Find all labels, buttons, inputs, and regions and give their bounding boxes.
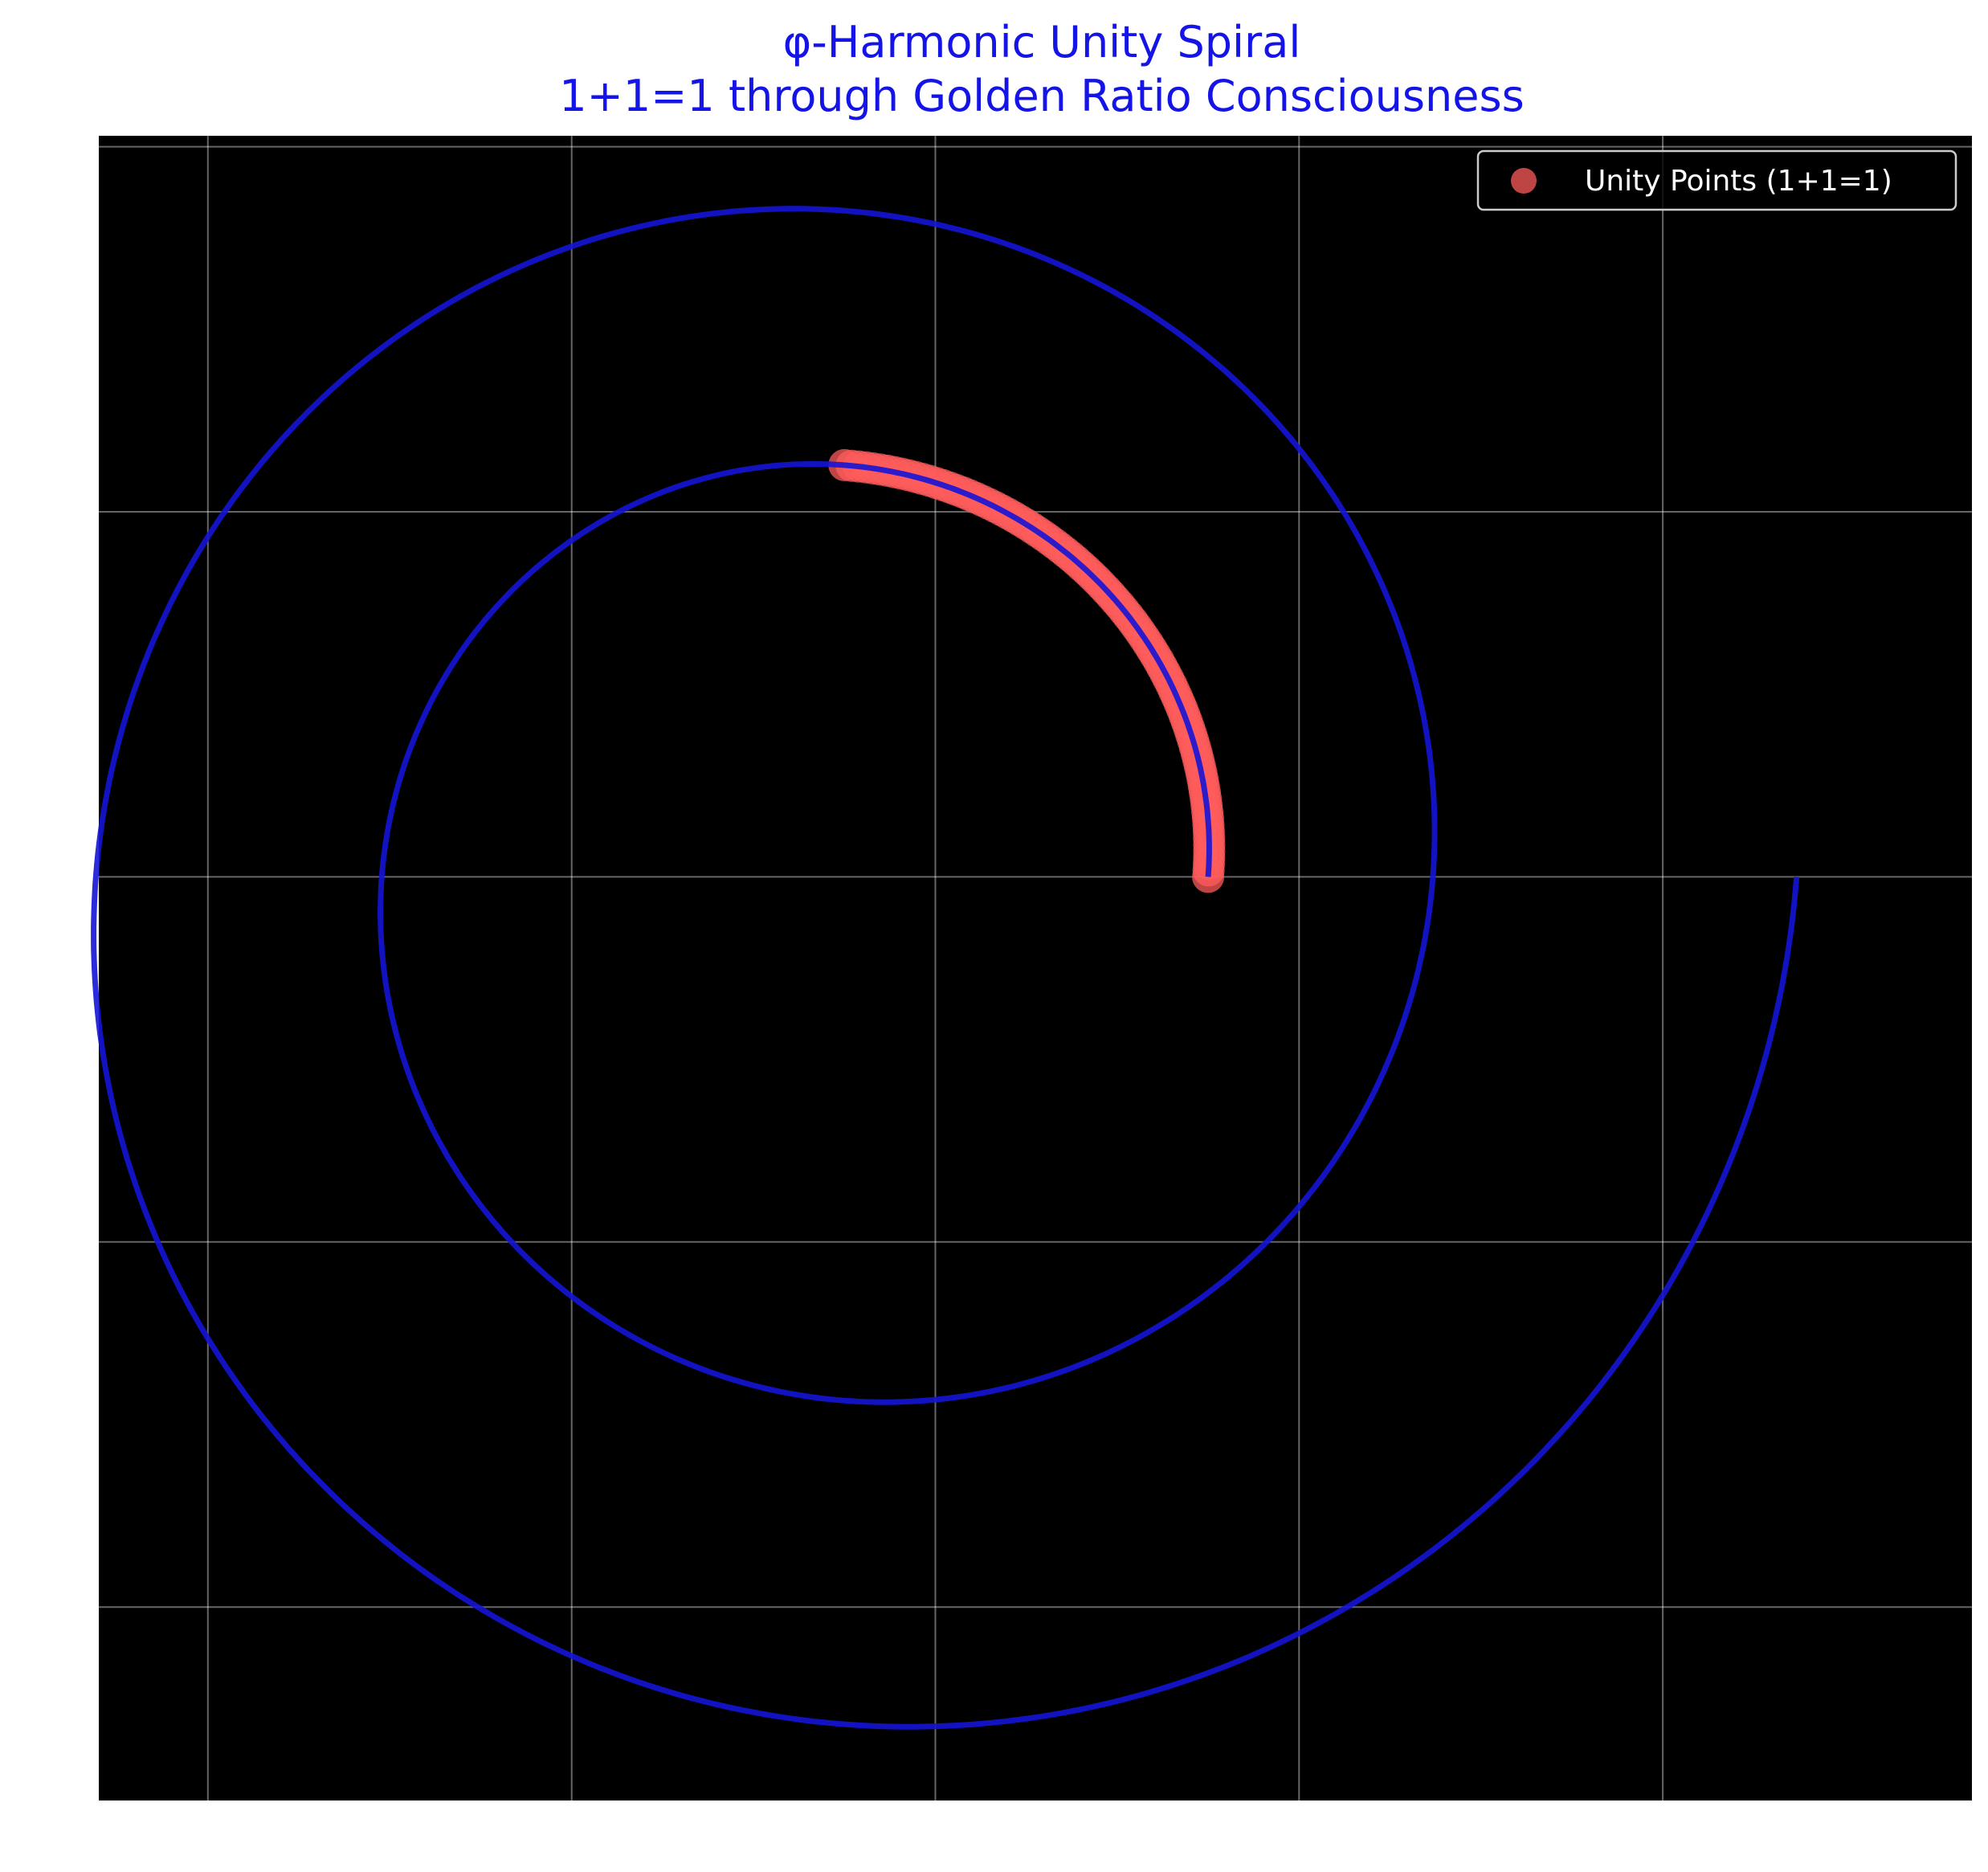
plot-area (99, 136, 1972, 1800)
legend: Unity Points (1+1=1) (1476, 149, 1957, 211)
legend-label: Unity Points (1+1=1) (1585, 165, 1892, 198)
chart-subtitle: 1+1=1 through Golden Ratio Consciousness (559, 71, 1525, 121)
chart: φ-Harmonic Unity Spiral 1+1=1 through Go… (91, 17, 1972, 1800)
legend-marker (1511, 168, 1537, 194)
chart-title: φ-Harmonic Unity Spiral (783, 17, 1301, 67)
